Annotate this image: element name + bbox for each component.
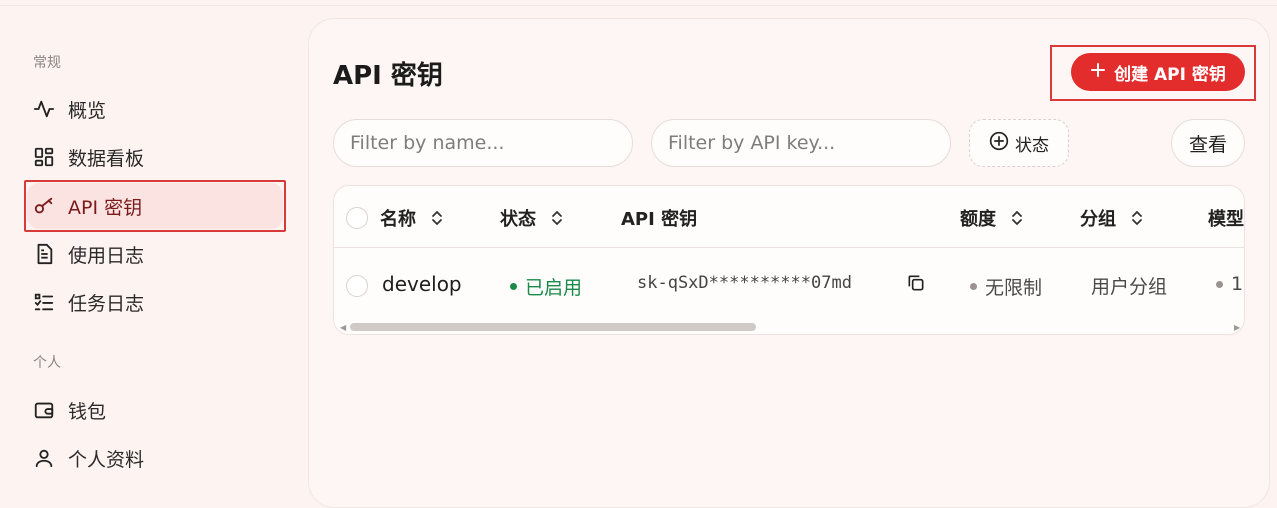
column-label: 状态 bbox=[500, 209, 536, 230]
sort-icon bbox=[1130, 210, 1144, 226]
column-label: 额度 bbox=[960, 209, 996, 230]
sort-icon bbox=[550, 210, 564, 226]
column-label: 模型 bbox=[1208, 209, 1244, 230]
row-models: 1 bbox=[1216, 273, 1243, 295]
column-header-name[interactable]: 名称 bbox=[380, 205, 444, 231]
column-header-status[interactable]: 状态 bbox=[500, 205, 564, 231]
sidebar-item-label: 使用日志 bbox=[68, 244, 145, 267]
select-all-checkbox[interactable] bbox=[346, 207, 368, 229]
row-api-key: sk-qSxD**********07md bbox=[637, 273, 852, 293]
sort-icon bbox=[1010, 210, 1024, 226]
create-api-key-button[interactable]: 创建 API 密钥 bbox=[1071, 53, 1245, 91]
row-status-badge: 已启用 bbox=[510, 273, 582, 300]
sidebar-section-general: 常规 bbox=[33, 55, 61, 71]
list-check-icon bbox=[32, 290, 56, 314]
quota-label: 无限制 bbox=[985, 277, 1043, 299]
row-quota: 无限制 bbox=[970, 273, 1042, 300]
status-label: 已启用 bbox=[525, 277, 583, 299]
page-title: API 密钥 bbox=[333, 61, 443, 91]
filter-name-input[interactable]: Filter by name... bbox=[333, 119, 633, 167]
sidebar-item-label: 概览 bbox=[68, 99, 107, 122]
sidebar-item-profile[interactable]: 个人资料 bbox=[27, 435, 283, 481]
sidebar-item-usage-logs[interactable]: 使用日志 bbox=[27, 231, 283, 277]
sidebar-item-api-keys[interactable]: API 密钥 bbox=[24, 180, 286, 232]
api-keys-table: 名称 状态 API 密钥 额度 分组 模型 develop 已启用 sk-qSx… bbox=[333, 185, 1245, 335]
sidebar-item-overview[interactable]: 概览 bbox=[27, 86, 283, 132]
copy-icon[interactable] bbox=[906, 273, 926, 293]
table-header: 名称 状态 API 密钥 额度 分组 模型 bbox=[334, 186, 1244, 248]
sidebar-item-dashboard[interactable]: 数据看板 bbox=[27, 134, 283, 180]
create-button-label: 创建 API 密钥 bbox=[1114, 64, 1226, 85]
sidebar-item-wallet[interactable]: 钱包 bbox=[27, 387, 283, 433]
sidebar-item-label: API 密钥 bbox=[68, 196, 143, 219]
wallet-icon bbox=[32, 398, 56, 422]
row-group: 用户分组 bbox=[1091, 276, 1168, 298]
row-name: develop bbox=[382, 272, 462, 296]
sidebar-item-label: 任务日志 bbox=[68, 292, 145, 315]
column-header-api-key: API 密钥 bbox=[621, 205, 697, 231]
plus-circle-icon bbox=[989, 131, 1009, 156]
create-button-highlight: 创建 API 密钥 bbox=[1050, 45, 1256, 101]
main-panel: API 密钥 创建 API 密钥 Filter by name... Filte… bbox=[308, 18, 1270, 508]
column-label: 分组 bbox=[1080, 209, 1116, 230]
status-filter-label: 状态 bbox=[1015, 135, 1049, 156]
scroll-right-icon[interactable]: ▶ bbox=[1234, 323, 1240, 332]
filter-key-input[interactable]: Filter by API key... bbox=[651, 119, 951, 167]
row-checkbox[interactable] bbox=[346, 275, 368, 297]
sidebar: 常规 概览 数据看板 API 密钥 使用日志 任务日志 个人 钱包 个人资料 bbox=[0, 0, 300, 495]
status-dot bbox=[510, 283, 517, 290]
column-label: API 密钥 bbox=[621, 209, 698, 230]
dashboard-icon bbox=[32, 145, 56, 169]
models-dot bbox=[1216, 280, 1223, 288]
sidebar-item-label: 钱包 bbox=[68, 400, 107, 423]
column-label: 名称 bbox=[380, 209, 416, 230]
view-button[interactable]: 查看 bbox=[1171, 119, 1245, 167]
column-header-models[interactable]: 模型 bbox=[1208, 205, 1244, 231]
scroll-left-icon[interactable]: ◀ bbox=[340, 323, 346, 332]
sidebar-section-personal: 个人 bbox=[33, 355, 61, 371]
status-filter-button[interactable]: 状态 bbox=[969, 119, 1069, 167]
user-icon bbox=[32, 446, 56, 470]
quota-dot bbox=[970, 283, 977, 290]
activity-icon bbox=[32, 97, 56, 121]
key-icon bbox=[32, 194, 56, 218]
column-header-quota[interactable]: 额度 bbox=[960, 205, 1024, 231]
sidebar-item-task-logs[interactable]: 任务日志 bbox=[27, 279, 283, 325]
plus-icon bbox=[1090, 62, 1106, 83]
file-text-icon bbox=[32, 242, 56, 266]
models-count: 1 bbox=[1231, 273, 1244, 295]
horizontal-scrollbar[interactable] bbox=[350, 323, 756, 331]
column-header-group[interactable]: 分组 bbox=[1080, 205, 1144, 231]
sidebar-item-label: 个人资料 bbox=[68, 448, 145, 471]
sort-icon bbox=[430, 210, 444, 226]
sidebar-item-label: 数据看板 bbox=[68, 147, 145, 170]
